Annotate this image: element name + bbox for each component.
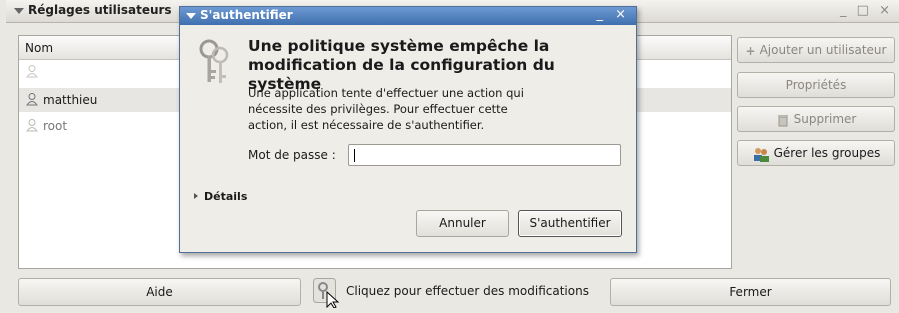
password-field[interactable]	[348, 144, 621, 166]
dialog-description: Une application tente d'effectuer une ac…	[248, 86, 524, 132]
expander-arrow-icon	[194, 193, 198, 199]
column-name-label: Nom	[25, 41, 54, 55]
user-name: matthieu	[43, 93, 98, 107]
help-button[interactable]: Aide	[18, 278, 301, 306]
text-caret	[354, 149, 355, 162]
password-label: Mot de passe :	[248, 148, 336, 162]
properties-button[interactable]: Propriétés	[737, 72, 895, 98]
manage-groups-button[interactable]: Gérer les groupes	[737, 140, 895, 166]
keys-icon	[199, 39, 229, 83]
details-expander[interactable]: Détails	[194, 190, 247, 203]
main-window-title: Réglages utilisateurs	[28, 3, 172, 17]
group-icon	[753, 147, 769, 162]
delete-button[interactable]: Supprimer	[737, 106, 895, 132]
user-name: root	[43, 119, 68, 133]
plus-icon: +	[745, 43, 756, 58]
window-menu-icon[interactable]	[14, 8, 24, 14]
bottom-action-bar: Aide Cliquez pour effectuer des modifica…	[0, 272, 899, 313]
dialog-window-controls[interactable]: _ ×	[596, 7, 630, 22]
window-controls[interactable]: _ □ ×	[840, 3, 893, 18]
close-button[interactable]: Fermer	[610, 278, 891, 306]
user-icon	[26, 65, 38, 78]
unlock-hint-text[interactable]: Cliquez pour effectuer des modifications	[346, 284, 589, 298]
authentication-dialog: S'authentifier _ × Une politique système…	[179, 6, 637, 253]
user-icon	[26, 119, 38, 132]
lock-keys-icon[interactable]	[313, 278, 341, 308]
user-icon	[26, 93, 38, 106]
dialog-menu-icon[interactable]	[186, 13, 196, 19]
trash-icon	[777, 114, 788, 126]
add-user-button[interactable]: + Ajouter un utilisateur	[737, 37, 895, 63]
dialog-title-bar[interactable]: S'authentifier _ ×	[180, 7, 636, 25]
dialog-title: S'authentifier	[200, 8, 293, 22]
cancel-button[interactable]: Annuler	[416, 210, 509, 237]
authenticate-button[interactable]: S'authentifier	[518, 210, 622, 237]
